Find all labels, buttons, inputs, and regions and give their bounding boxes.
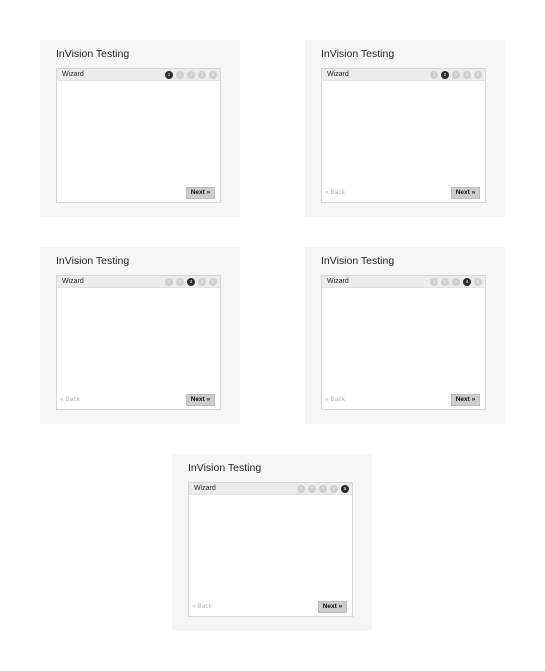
card-title: InVision Testing — [188, 462, 262, 474]
step-indicator: 12345 — [165, 278, 217, 286]
wizard-card-4: InVision Testing Wizard 1 2 3 4 5 « Back Next » — [305, 247, 505, 424]
wizard-panel: Wizard 1 2 3 4 5 « Back Next » — [321, 68, 486, 203]
step-indicator: 12345 — [430, 278, 482, 286]
step-4[interactable]: 4 — [198, 278, 206, 286]
step-2[interactable]: 2 — [308, 485, 316, 493]
wizard-header: Wizard 1 2 3 4 5 — [57, 276, 220, 288]
wizard-card-2: InVision Testing Wizard 1 2 3 4 5 « Back Next » — [305, 40, 505, 217]
wizard-panel: Wizard 1 2 3 4 5 « Back Next » — [56, 275, 221, 410]
back-button[interactable]: « Back — [192, 602, 212, 612]
wizard-label: Wizard — [327, 71, 349, 78]
step-5[interactable]: 5 — [209, 71, 217, 79]
step-4-active[interactable]: 4 — [463, 278, 471, 286]
step-indicator: 12345 — [165, 71, 217, 79]
wizard-card-5: InVision Testing Wizard 1 2 3 4 5 « Back Next » — [172, 454, 372, 631]
step-1[interactable]: 1 — [430, 71, 438, 79]
wizard-card-3: InVision Testing Wizard 1 2 3 4 5 « Back Next » — [40, 247, 240, 424]
step-3[interactable]: 3 — [452, 278, 460, 286]
step-5[interactable]: 5 — [474, 71, 482, 79]
wizard-label: Wizard — [62, 71, 84, 78]
card-title: InVision Testing — [56, 255, 130, 267]
wizard-label: Wizard — [327, 278, 349, 285]
step-1[interactable]: 1 — [165, 278, 173, 286]
wizard-panel: Wizard 1 2 3 4 5 « Back Next » — [188, 482, 353, 617]
step-1-active[interactable]: 1 — [165, 71, 173, 79]
step-5[interactable]: 5 — [209, 278, 217, 286]
wizard-header: Wizard 1 2 3 4 5 — [322, 276, 485, 288]
wizard-panel: Wizard 1 2 3 4 5 Next » — [56, 68, 221, 203]
wizard-label: Wizard — [194, 485, 216, 492]
wizard-header: Wizard 1 2 3 4 5 — [57, 69, 220, 81]
step-2[interactable]: 2 — [176, 278, 184, 286]
step-indicator: 12345 — [430, 71, 482, 79]
step-5-active[interactable]: 5 — [341, 485, 349, 493]
card-title: InVision Testing — [56, 48, 130, 60]
card-title: InVision Testing — [321, 255, 395, 267]
step-4[interactable]: 4 — [330, 485, 338, 493]
wizard-header: Wizard 1 2 3 4 5 — [189, 483, 352, 495]
next-button[interactable]: Next » — [318, 601, 347, 613]
wizard-label: Wizard — [62, 278, 84, 285]
next-button[interactable]: Next » — [451, 394, 480, 406]
step-indicator: 12345 — [297, 485, 349, 493]
wizard-card-1: InVision Testing Wizard 1 2 3 4 5 Next » — [40, 40, 240, 217]
next-button[interactable]: Next » — [186, 187, 215, 199]
step-3-active[interactable]: 3 — [187, 278, 195, 286]
wizard-header: Wizard 1 2 3 4 5 — [322, 69, 485, 81]
card-title: InVision Testing — [321, 48, 395, 60]
step-3[interactable]: 3 — [319, 485, 327, 493]
step-2[interactable]: 2 — [176, 71, 184, 79]
step-3[interactable]: 3 — [187, 71, 195, 79]
step-4[interactable]: 4 — [463, 71, 471, 79]
step-1[interactable]: 1 — [430, 278, 438, 286]
next-button[interactable]: Next » — [451, 187, 480, 199]
back-button[interactable]: « Back — [60, 395, 80, 405]
step-3[interactable]: 3 — [452, 71, 460, 79]
back-button[interactable]: « Back — [325, 188, 345, 198]
step-4[interactable]: 4 — [198, 71, 206, 79]
step-2-active[interactable]: 2 — [441, 71, 449, 79]
back-button[interactable]: « Back — [325, 395, 345, 405]
step-5[interactable]: 5 — [474, 278, 482, 286]
step-2[interactable]: 2 — [441, 278, 449, 286]
step-1[interactable]: 1 — [297, 485, 305, 493]
next-button[interactable]: Next » — [186, 394, 215, 406]
wizard-panel: Wizard 1 2 3 4 5 « Back Next » — [321, 275, 486, 410]
